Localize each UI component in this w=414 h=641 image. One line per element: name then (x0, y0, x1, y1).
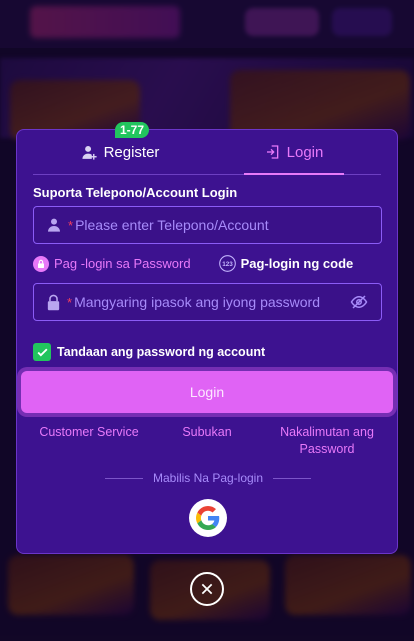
close-button[interactable] (190, 572, 224, 606)
code-123-icon: 123 (218, 255, 236, 272)
required-mark: * (68, 217, 74, 233)
quick-login-divider: Mabilis Na Pag-login (17, 471, 399, 485)
google-icon (196, 506, 220, 530)
required-mark: * (67, 294, 73, 310)
password-login-label: Pag -login sa Password (54, 256, 191, 271)
password-field[interactable]: * (33, 283, 382, 321)
auth-tabs: Register 1-77 Login (33, 122, 381, 175)
divider-line (273, 477, 312, 479)
tab-login-label: Login (286, 143, 324, 161)
login-button[interactable]: Login (21, 371, 393, 413)
close-icon (199, 581, 215, 597)
remember-label: Tandaan ang password ng account (57, 345, 266, 359)
code-login-label: Pag-login ng code (240, 256, 354, 271)
quick-login-label: Mabilis Na Pag-login (152, 471, 264, 485)
forgot-password-link[interactable]: Nakalimutan ang Password (272, 424, 382, 458)
lock-icon (46, 294, 61, 311)
login-mode-switch: Pag -login sa Password 123 Pag-login ng … (33, 255, 353, 272)
remember-checkbox[interactable] (33, 343, 51, 361)
register-badge: 1-77 (115, 122, 150, 138)
lock-icon (33, 255, 49, 272)
tab-register[interactable]: Register 1-77 (33, 122, 207, 174)
customer-service-link[interactable]: Customer Service (37, 424, 141, 441)
try-link[interactable]: Subukan (172, 424, 242, 441)
user-icon (46, 217, 62, 233)
section-title: Suporta Telepono/Account Login (33, 185, 238, 200)
google-login-button[interactable] (189, 499, 227, 537)
tab-login[interactable]: Login (207, 130, 381, 174)
login-modal: Register 1-77 Login Suporta Telepono/Acc… (16, 122, 399, 554)
tab-register-label: Register (103, 143, 160, 161)
remember-password[interactable]: Tandaan ang password ng account (33, 343, 265, 361)
forgot-password-line-2: Password (299, 442, 355, 456)
user-add-icon (81, 144, 98, 161)
password-login-mode[interactable]: Pag -login sa Password (33, 255, 191, 272)
divider-line (104, 477, 143, 479)
code-login-mode[interactable]: 123 Pag-login ng code (218, 255, 354, 272)
login-door-icon (265, 144, 281, 160)
password-input[interactable] (74, 294, 343, 310)
account-input[interactable] (75, 217, 369, 233)
svg-text:123: 123 (222, 261, 233, 268)
account-field[interactable]: * (33, 206, 382, 244)
eye-off-icon[interactable] (349, 293, 369, 311)
forgot-password-line-1: Nakalimutan ang (280, 425, 374, 439)
